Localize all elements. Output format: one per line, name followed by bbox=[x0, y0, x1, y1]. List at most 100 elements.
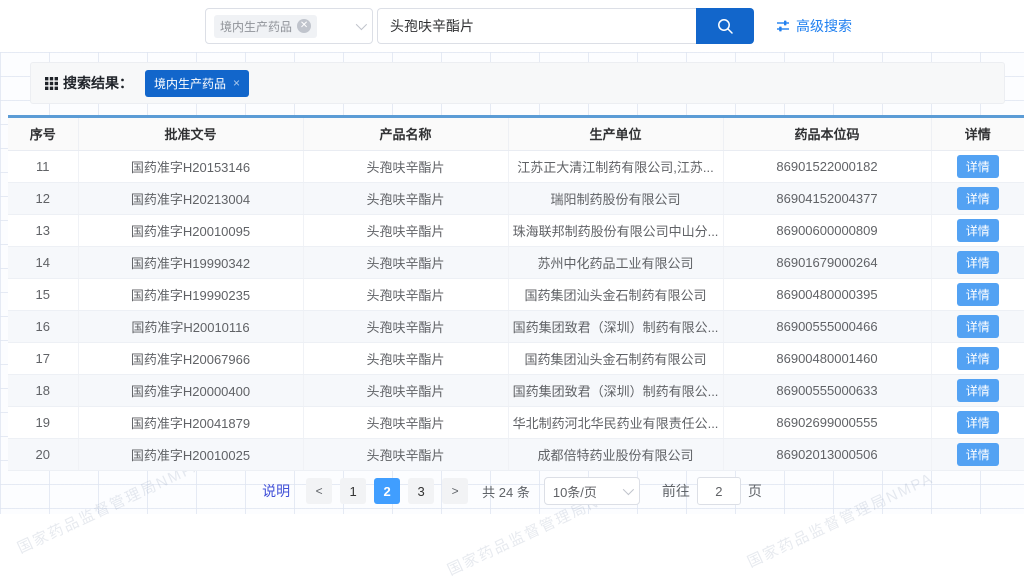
goto-prefix-label: 前往 bbox=[662, 481, 690, 501]
detail-button[interactable]: 详情 bbox=[957, 187, 999, 210]
cell-manufacturer: 成都倍特药业股份有限公司 bbox=[508, 438, 723, 470]
category-tag-label: 境内生产药品 bbox=[220, 18, 292, 35]
cell-manufacturer: 国药集团汕头金石制药有限公司 bbox=[508, 342, 723, 374]
search-icon bbox=[716, 17, 735, 36]
cell-product-name: 头孢呋辛酯片 bbox=[303, 278, 508, 310]
table-row: 17 国药准字H20067966 头孢呋辛酯片 国药集团汕头金石制药有限公司 8… bbox=[8, 342, 1024, 374]
cell-approval-number: 国药准字H20067966 bbox=[78, 342, 303, 374]
next-page-button[interactable]: > bbox=[442, 478, 468, 504]
cell-manufacturer: 珠海联邦制药股份有限公司中山分... bbox=[508, 214, 723, 246]
cell-product-name: 头孢呋辛酯片 bbox=[303, 246, 508, 278]
detail-button[interactable]: 详情 bbox=[957, 379, 999, 402]
cell-index: 12 bbox=[8, 182, 78, 214]
cell-product-name: 头孢呋辛酯片 bbox=[303, 406, 508, 438]
cell-drug-code: 86902699000555 bbox=[723, 406, 931, 438]
cell-approval-number: 国药准字H20010025 bbox=[78, 438, 303, 470]
advanced-search-link[interactable]: 高级搜索 bbox=[776, 16, 852, 36]
page-size-value: 10条/页 bbox=[553, 482, 597, 501]
detail-button[interactable]: 详情 bbox=[957, 283, 999, 306]
total-count-label: 共 24 条 bbox=[482, 482, 530, 501]
cell-approval-number: 国药准字H20000400 bbox=[78, 374, 303, 406]
cell-approval-number: 国药准字H20213004 bbox=[78, 182, 303, 214]
note-link[interactable]: 说明 bbox=[262, 481, 290, 501]
cell-index: 14 bbox=[8, 246, 78, 278]
goto-suffix-label: 页 bbox=[748, 481, 762, 501]
search-toolbar: 境内生产药品 ✕ 高级搜索 bbox=[0, 0, 1024, 52]
col-header-product-name: 产品名称 bbox=[303, 118, 508, 150]
page-button-active[interactable]: 2 bbox=[374, 478, 400, 504]
cell-product-name: 头孢呋辛酯片 bbox=[303, 342, 508, 374]
cell-approval-number: 国药准字H20010116 bbox=[78, 310, 303, 342]
results-label-text: 搜索结果： bbox=[63, 73, 133, 93]
col-header-index: 序号 bbox=[8, 118, 78, 150]
prev-page-button[interactable]: < bbox=[306, 478, 332, 504]
table-body: 11 国药准字H20153146 头孢呋辛酯片 江苏正大清江制药有限公司,江苏.… bbox=[8, 150, 1024, 470]
detail-button[interactable]: 详情 bbox=[957, 219, 999, 242]
table-row: 19 国药准字H20041879 头孢呋辛酯片 华北制药河北华民药业有限责任公.… bbox=[8, 406, 1024, 438]
cell-manufacturer: 华北制药河北华民药业有限责任公... bbox=[508, 406, 723, 438]
col-header-drug-code: 药品本位码 bbox=[723, 118, 931, 150]
detail-button[interactable]: 详情 bbox=[957, 251, 999, 274]
category-select[interactable]: 境内生产药品 ✕ bbox=[205, 8, 373, 44]
cell-index: 18 bbox=[8, 374, 78, 406]
filter-result-tag[interactable]: 境内生产药品 × bbox=[145, 70, 249, 97]
cell-drug-code: 86900555000633 bbox=[723, 374, 931, 406]
cell-index: 16 bbox=[8, 310, 78, 342]
page-button[interactable]: 1 bbox=[340, 478, 366, 504]
col-header-details: 详情 bbox=[931, 118, 1024, 150]
detail-button[interactable]: 详情 bbox=[957, 411, 999, 434]
cell-product-name: 头孢呋辛酯片 bbox=[303, 150, 508, 182]
goto-page-group: 前往 页 bbox=[662, 477, 762, 505]
cell-product-name: 头孢呋辛酯片 bbox=[303, 214, 508, 246]
cell-manufacturer: 国药集团致君（深圳）制药有限公... bbox=[508, 310, 723, 342]
table-row: 11 国药准字H20153146 头孢呋辛酯片 江苏正大清江制药有限公司,江苏.… bbox=[8, 150, 1024, 182]
chevron-down-icon bbox=[356, 19, 367, 30]
cell-index: 17 bbox=[8, 342, 78, 374]
page-size-select[interactable]: 10条/页 bbox=[544, 477, 640, 505]
cell-drug-code: 86900555000466 bbox=[723, 310, 931, 342]
filter-result-tag-label: 境内生产药品 bbox=[154, 75, 226, 92]
category-tag: 境内生产药品 ✕ bbox=[214, 15, 317, 38]
goto-page-input[interactable] bbox=[697, 477, 741, 505]
table-row: 12 国药准字H20213004 头孢呋辛酯片 瑞阳制药股份有限公司 86904… bbox=[8, 182, 1024, 214]
cell-manufacturer: 国药集团汕头金石制药有限公司 bbox=[508, 278, 723, 310]
results-table-card: 序号 批准文号 产品名称 生产单位 药品本位码 详情 11 国药准字H20153… bbox=[8, 115, 1024, 471]
cell-drug-code: 86902013000506 bbox=[723, 438, 931, 470]
cell-drug-code: 86900480000395 bbox=[723, 278, 931, 310]
table-row: 20 国药准字H20010025 头孢呋辛酯片 成都倍特药业股份有限公司 869… bbox=[8, 438, 1024, 470]
cell-manufacturer: 瑞阳制药股份有限公司 bbox=[508, 182, 723, 214]
cell-approval-number: 国药准字H19990342 bbox=[78, 246, 303, 278]
cell-approval-number: 国药准字H20153146 bbox=[78, 150, 303, 182]
table-row: 13 国药准字H20010095 头孢呋辛酯片 珠海联邦制药股份有限公司中山分.… bbox=[8, 214, 1024, 246]
detail-button[interactable]: 详情 bbox=[957, 315, 999, 338]
advanced-search-label: 高级搜索 bbox=[796, 16, 852, 36]
results-label: 搜索结果： bbox=[45, 73, 133, 93]
cell-index: 19 bbox=[8, 406, 78, 438]
search-button[interactable] bbox=[696, 8, 754, 44]
tag-close-icon[interactable]: ✕ bbox=[297, 19, 311, 33]
cell-drug-code: 86901679000264 bbox=[723, 246, 931, 278]
cell-index: 15 bbox=[8, 278, 78, 310]
page-button[interactable]: 3 bbox=[408, 478, 434, 504]
cell-approval-number: 国药准字H19990235 bbox=[78, 278, 303, 310]
cell-index: 11 bbox=[8, 150, 78, 182]
search-results-bar: 搜索结果： 境内生产药品 × bbox=[30, 62, 1005, 104]
search-input[interactable] bbox=[377, 8, 696, 44]
detail-button[interactable]: 详情 bbox=[957, 155, 999, 178]
cell-manufacturer: 江苏正大清江制药有限公司,江苏... bbox=[508, 150, 723, 182]
cell-approval-number: 国药准字H20010095 bbox=[78, 214, 303, 246]
tag-remove-icon[interactable]: × bbox=[233, 76, 240, 90]
cell-product-name: 头孢呋辛酯片 bbox=[303, 182, 508, 214]
cell-drug-code: 86904152004377 bbox=[723, 182, 931, 214]
col-header-approval-number: 批准文号 bbox=[78, 118, 303, 150]
cell-index: 13 bbox=[8, 214, 78, 246]
detail-button[interactable]: 详情 bbox=[957, 347, 999, 370]
cell-index: 20 bbox=[8, 438, 78, 470]
cell-drug-code: 86901522000182 bbox=[723, 150, 931, 182]
cell-approval-number: 国药准字H20041879 bbox=[78, 406, 303, 438]
table-row: 18 国药准字H20000400 头孢呋辛酯片 国药集团致君（深圳）制药有限公.… bbox=[8, 374, 1024, 406]
col-header-manufacturer: 生产单位 bbox=[508, 118, 723, 150]
cell-product-name: 头孢呋辛酯片 bbox=[303, 374, 508, 406]
detail-button[interactable]: 详情 bbox=[957, 443, 999, 466]
filter-sliders-icon bbox=[776, 19, 790, 33]
